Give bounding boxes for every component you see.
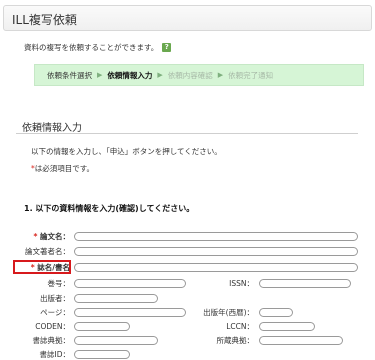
step-confirm: 依頼内容確認 — [167, 70, 213, 80]
article-title-label: * 論文名： — [20, 231, 70, 242]
journal-title-label-text: 誌名/書名 — [37, 263, 70, 272]
pub-year-input[interactable] — [259, 308, 293, 317]
page-title: ILL複写依頼 — [12, 13, 77, 27]
page-title-bar: ILL複写依頼 — [3, 5, 372, 31]
bib-holding-input[interactable] — [74, 336, 158, 345]
holding-lib-label: 所蔵典拠： — [216, 336, 255, 345]
coden-label: CODEN： — [35, 322, 70, 331]
required-note-text: は必須項目です。 — [34, 164, 94, 173]
step-arrow-icon: ▶ — [217, 71, 224, 79]
publisher-input[interactable] — [74, 294, 158, 303]
issn-input[interactable] — [259, 279, 351, 288]
pages-label: ページ： — [40, 308, 70, 317]
required-mark: * — [33, 232, 38, 241]
issn-label: ISSN： — [229, 279, 254, 288]
progress-steps: 依頼条件選択 ▶ 依頼情報入力 ▶ 依頼内容確認 ▶ 依頼完了通知 — [34, 64, 364, 86]
help-icon[interactable]: ? — [162, 43, 172, 52]
volume-input[interactable] — [74, 279, 186, 288]
lccn-label: LCCN： — [226, 322, 254, 331]
coden-input[interactable] — [74, 322, 130, 331]
step-select-conditions: 依頼条件選択 — [47, 70, 92, 80]
instruction-text: 以下の情報を入力し、「申込」ボタンを押してください。 — [31, 147, 222, 156]
journal-title-input[interactable] — [74, 263, 358, 272]
required-note: *は必須項目です。 — [31, 163, 94, 174]
bib-holding-label: 書誌典拠： — [32, 336, 71, 345]
lccn-input[interactable] — [259, 322, 315, 331]
journal-title-label: * 誌名/書名 — [18, 262, 70, 273]
pages-input[interactable] — [74, 308, 186, 317]
step-enter-info: 依頼情報入力 — [107, 70, 153, 80]
intro-text-row: 資料の複写を依頼することができます。 ? — [24, 42, 172, 53]
volume-label: 巻号： — [47, 279, 71, 288]
section-title: 依頼情報入力 — [22, 123, 82, 134]
step-complete: 依頼完了通知 — [228, 70, 274, 80]
bib-id-label: 書誌ID： — [39, 350, 71, 359]
pub-year-label: 出版年(西暦)： — [203, 308, 254, 317]
article-title-label-text: 論文名： — [40, 232, 70, 241]
article-title-input[interactable] — [74, 232, 358, 241]
publisher-label: 出版者： — [40, 294, 70, 303]
article-author-input[interactable] — [74, 247, 358, 256]
form-heading: 1. 以下の資料情報を入力(確認)してください。 — [24, 204, 195, 213]
step-arrow-icon: ▶ — [97, 71, 103, 79]
step-arrow-icon: ▶ — [157, 71, 163, 79]
holding-lib-input[interactable] — [259, 336, 343, 345]
intro-text: 資料の複写を依頼することができます。 — [24, 43, 159, 52]
article-author-label: 論文著者名： — [25, 247, 70, 256]
required-mark: * — [30, 263, 35, 272]
section-divider — [16, 133, 358, 134]
bib-id-input[interactable] — [74, 350, 130, 359]
